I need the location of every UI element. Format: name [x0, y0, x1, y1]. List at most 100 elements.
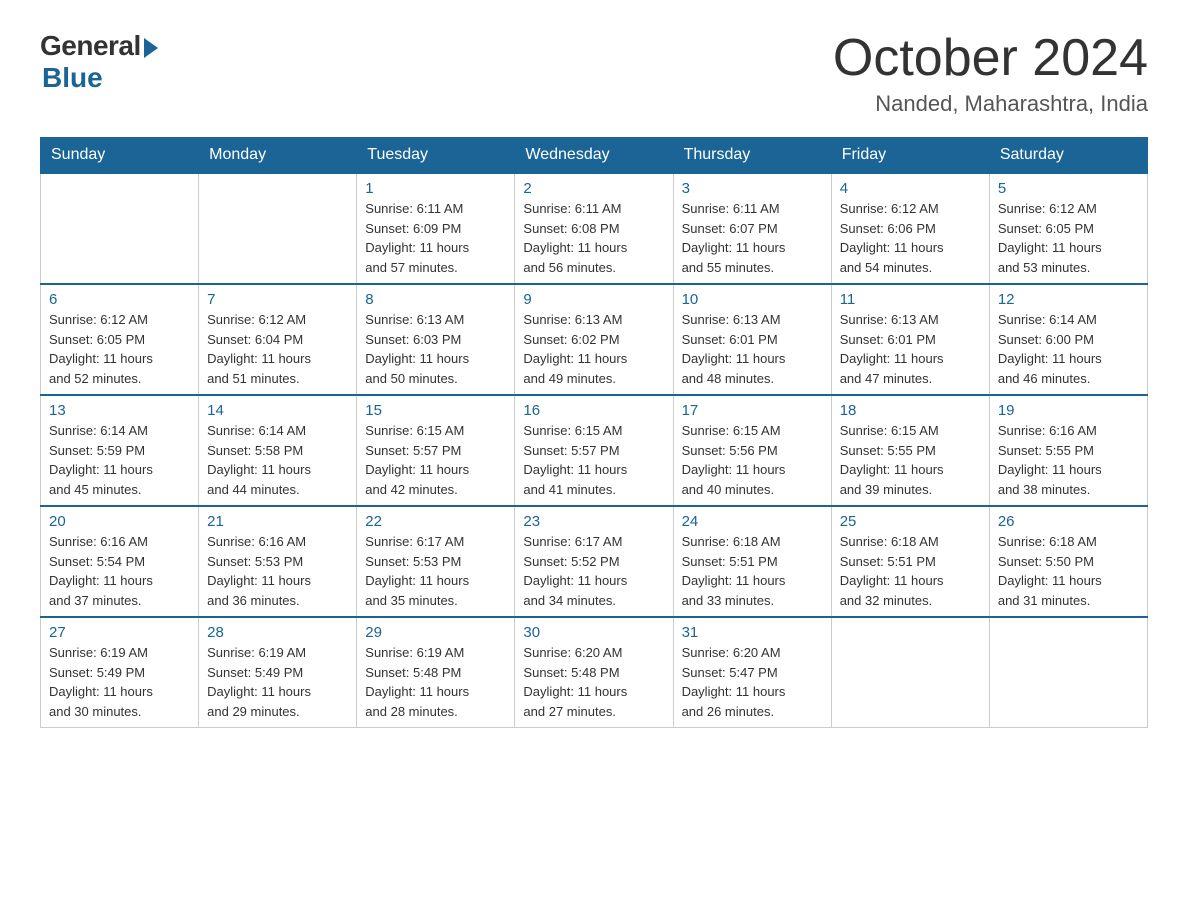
day-number: 19: [998, 402, 1139, 419]
day-number: 28: [207, 624, 348, 641]
day-number: 30: [523, 624, 664, 641]
week-row-4: 20Sunrise: 6:16 AM Sunset: 5:54 PM Dayli…: [41, 506, 1148, 617]
calendar-cell: [199, 173, 357, 284]
calendar-cell: 2 Sunrise: 6:11 AM Sunset: 6:08 PM Daylig…: [515, 173, 673, 284]
day-info: Sunrise: 6:11 AM Sunset: 6:08 PM Dayligh…: [523, 199, 664, 277]
day-info: Sunrise: 6:16 AM Sunset: 5:55 PM Dayligh…: [998, 421, 1139, 499]
day-info: Sunrise: 6:15 AM Sunset: 5:56 PM Dayligh…: [682, 421, 823, 499]
week-row-3: 13 Sunrise: 6:14 AM Sunset: 5:59 PM Dayli…: [41, 395, 1148, 506]
calendar-header-row: Sunday Monday Tuesday Wednesday Thursday…: [41, 138, 1148, 174]
day-info: Sunrise: 6:15 AM Sunset: 5:57 PM Dayligh…: [365, 421, 506, 499]
day-info: Sunrise: 6:17 AM Sunset: 5:52 PM Dayligh…: [523, 532, 664, 610]
week-row-5: 27 Sunrise: 6:19 AM Sunset: 5:49 PM Dayli…: [41, 617, 1148, 728]
day-info: Sunrise: 6:19 AM Sunset: 5:48 PM Dayligh…: [365, 643, 506, 721]
calendar-cell: 12 Sunrise: 6:14 AM Sunset: 6:00 PM Dayli…: [989, 284, 1147, 395]
week-row-2: 6 Sunrise: 6:12 AM Sunset: 6:05 PM Daylig…: [41, 284, 1148, 395]
calendar-cell: 9Sunrise: 6:13 AM Sunset: 6:02 PM Daylig…: [515, 284, 673, 395]
day-info: Sunrise: 6:18 AM Sunset: 5:50 PM Dayligh…: [998, 532, 1139, 610]
calendar-cell: 8Sunrise: 6:13 AM Sunset: 6:03 PM Daylig…: [357, 284, 515, 395]
day-number: 6: [49, 291, 190, 308]
calendar-cell: 30 Sunrise: 6:20 AM Sunset: 5:48 PM Dayli…: [515, 617, 673, 728]
calendar-cell: [41, 173, 199, 284]
calendar-cell: 22 Sunrise: 6:17 AM Sunset: 5:53 PM Dayli…: [357, 506, 515, 617]
calendar-cell: 10 Sunrise: 6:13 AM Sunset: 6:01 PM Dayli…: [673, 284, 831, 395]
day-info: Sunrise: 6:11 AM Sunset: 6:07 PM Dayligh…: [682, 199, 823, 277]
day-info: Sunrise: 6:13 AM Sunset: 6:01 PM Dayligh…: [682, 310, 823, 388]
day-info: Sunrise: 6:20 AM Sunset: 5:47 PM Dayligh…: [682, 643, 823, 721]
logo-general-text: General: [40, 30, 141, 62]
day-info: Sunrise: 6:14 AM Sunset: 5:58 PM Dayligh…: [207, 421, 348, 499]
day-info: Sunrise: 6:12 AM Sunset: 6:05 PM Dayligh…: [998, 199, 1139, 277]
calendar-cell: 15Sunrise: 6:15 AM Sunset: 5:57 PM Dayli…: [357, 395, 515, 506]
calendar-cell: 13 Sunrise: 6:14 AM Sunset: 5:59 PM Dayli…: [41, 395, 199, 506]
day-number: 12: [998, 291, 1139, 308]
calendar-cell: 24Sunrise: 6:18 AM Sunset: 5:51 PM Dayli…: [673, 506, 831, 617]
calendar-cell: 23 Sunrise: 6:17 AM Sunset: 5:52 PM Dayli…: [515, 506, 673, 617]
calendar-cell: 18Sunrise: 6:15 AM Sunset: 5:55 PM Dayli…: [831, 395, 989, 506]
calendar-cell: [831, 617, 989, 728]
calendar-cell: 19 Sunrise: 6:16 AM Sunset: 5:55 PM Dayli…: [989, 395, 1147, 506]
day-info: Sunrise: 6:12 AM Sunset: 6:05 PM Dayligh…: [49, 310, 190, 388]
day-number: 22: [365, 513, 506, 530]
calendar-cell: 25 Sunrise: 6:18 AM Sunset: 5:51 PM Dayli…: [831, 506, 989, 617]
day-number: 4: [840, 180, 981, 197]
day-number: 14: [207, 402, 348, 419]
day-number: 20: [49, 513, 190, 530]
calendar-location: Nanded, Maharashtra, India: [833, 91, 1148, 117]
day-info: Sunrise: 6:19 AM Sunset: 5:49 PM Dayligh…: [49, 643, 190, 721]
header-friday: Friday: [831, 138, 989, 174]
header-monday: Monday: [199, 138, 357, 174]
day-number: 23: [523, 513, 664, 530]
day-info: Sunrise: 6:13 AM Sunset: 6:02 PM Dayligh…: [523, 310, 664, 388]
calendar-cell: 7 Sunrise: 6:12 AM Sunset: 6:04 PM Daylig…: [199, 284, 357, 395]
day-number: 11: [840, 291, 981, 308]
day-info: Sunrise: 6:13 AM Sunset: 6:01 PM Dayligh…: [840, 310, 981, 388]
day-info: Sunrise: 6:15 AM Sunset: 5:55 PM Dayligh…: [840, 421, 981, 499]
day-number: 13: [49, 402, 190, 419]
calendar-table: Sunday Monday Tuesday Wednesday Thursday…: [40, 137, 1148, 728]
day-number: 26: [998, 513, 1139, 530]
calendar-month-year: October 2024: [833, 30, 1148, 87]
day-number: 1: [365, 180, 506, 197]
calendar-cell: 4 Sunrise: 6:12 AM Sunset: 6:06 PM Daylig…: [831, 173, 989, 284]
logo: General Blue: [40, 30, 158, 94]
day-info: Sunrise: 6:12 AM Sunset: 6:04 PM Dayligh…: [207, 310, 348, 388]
day-info: Sunrise: 6:18 AM Sunset: 5:51 PM Dayligh…: [840, 532, 981, 610]
calendar-cell: 20Sunrise: 6:16 AM Sunset: 5:54 PM Dayli…: [41, 506, 199, 617]
calendar-cell: 28 Sunrise: 6:19 AM Sunset: 5:49 PM Dayli…: [199, 617, 357, 728]
day-info: Sunrise: 6:14 AM Sunset: 6:00 PM Dayligh…: [998, 310, 1139, 388]
logo-arrow-icon: [144, 38, 158, 58]
calendar-cell: 21 Sunrise: 6:16 AM Sunset: 5:53 PM Dayli…: [199, 506, 357, 617]
header-saturday: Saturday: [989, 138, 1147, 174]
day-number: 31: [682, 624, 823, 641]
week-row-1: 1Sunrise: 6:11 AM Sunset: 6:09 PM Daylig…: [41, 173, 1148, 284]
day-info: Sunrise: 6:16 AM Sunset: 5:53 PM Dayligh…: [207, 532, 348, 610]
day-number: 2: [523, 180, 664, 197]
calendar-cell: 31 Sunrise: 6:20 AM Sunset: 5:47 PM Dayli…: [673, 617, 831, 728]
header-tuesday: Tuesday: [357, 138, 515, 174]
day-number: 5: [998, 180, 1139, 197]
header-thursday: Thursday: [673, 138, 831, 174]
day-info: Sunrise: 6:19 AM Sunset: 5:49 PM Dayligh…: [207, 643, 348, 721]
day-info: Sunrise: 6:17 AM Sunset: 5:53 PM Dayligh…: [365, 532, 506, 610]
calendar-cell: 26 Sunrise: 6:18 AM Sunset: 5:50 PM Dayli…: [989, 506, 1147, 617]
day-info: Sunrise: 6:20 AM Sunset: 5:48 PM Dayligh…: [523, 643, 664, 721]
day-number: 10: [682, 291, 823, 308]
day-number: 7: [207, 291, 348, 308]
calendar-cell: 27 Sunrise: 6:19 AM Sunset: 5:49 PM Dayli…: [41, 617, 199, 728]
calendar-cell: 14 Sunrise: 6:14 AM Sunset: 5:58 PM Dayli…: [199, 395, 357, 506]
calendar-cell: 3Sunrise: 6:11 AM Sunset: 6:07 PM Daylig…: [673, 173, 831, 284]
day-number: 27: [49, 624, 190, 641]
calendar-cell: 17Sunrise: 6:15 AM Sunset: 5:56 PM Dayli…: [673, 395, 831, 506]
day-number: 24: [682, 513, 823, 530]
calendar-cell: [989, 617, 1147, 728]
day-number: 16: [523, 402, 664, 419]
calendar-cell: 5 Sunrise: 6:12 AM Sunset: 6:05 PM Daylig…: [989, 173, 1147, 284]
day-info: Sunrise: 6:12 AM Sunset: 6:06 PM Dayligh…: [840, 199, 981, 277]
header-wednesday: Wednesday: [515, 138, 673, 174]
calendar-cell: 16Sunrise: 6:15 AM Sunset: 5:57 PM Dayli…: [515, 395, 673, 506]
day-number: 25: [840, 513, 981, 530]
day-info: Sunrise: 6:14 AM Sunset: 5:59 PM Dayligh…: [49, 421, 190, 499]
day-number: 21: [207, 513, 348, 530]
day-number: 8: [365, 291, 506, 308]
